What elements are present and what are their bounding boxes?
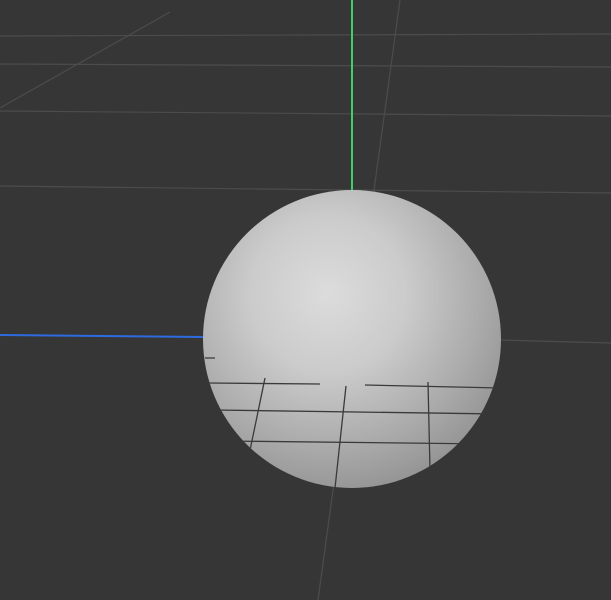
grid-line — [0, 63, 611, 68]
grid-line — [0, 185, 611, 194]
grid-line — [0, 33, 611, 37]
grid-line — [0, 11, 171, 109]
viewport-canvas[interactable] — [0, 0, 611, 600]
3d-viewport[interactable] — [0, 0, 611, 600]
sphere-object[interactable] — [203, 190, 501, 488]
grid-line — [0, 110, 611, 117]
z-axis-line — [0, 334, 206, 338]
grid-line — [499, 339, 611, 344]
